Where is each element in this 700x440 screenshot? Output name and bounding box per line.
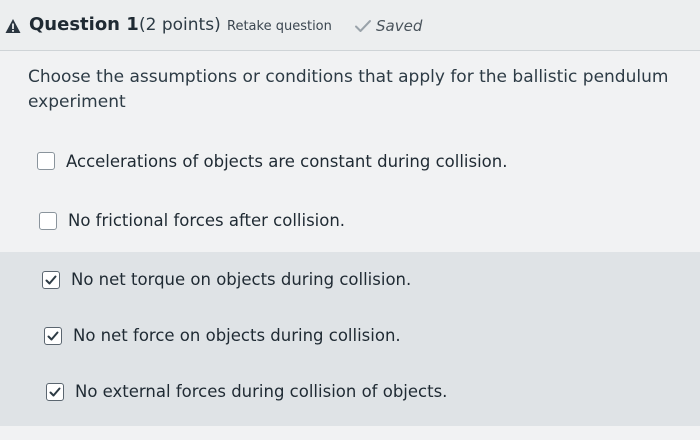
answer-label: No frictional forces after collision. xyxy=(68,211,346,230)
saved-status: Saved xyxy=(376,17,423,35)
answer-label: Accelerations of objects are constant du… xyxy=(66,152,508,171)
answer-checkbox[interactable] xyxy=(42,271,60,289)
answer-option[interactable]: No external forces during collision of o… xyxy=(0,366,700,426)
question-points: (2 points) xyxy=(139,15,221,35)
retake-question-link[interactable]: Retake question xyxy=(227,19,332,34)
answer-option[interactable]: No net torque on objects during collisio… xyxy=(0,252,700,310)
answer-option[interactable]: Accelerations of objects are constant du… xyxy=(0,134,700,190)
warning-icon xyxy=(5,19,21,33)
question-header: Question 1 (2 points) Retake question Sa… xyxy=(0,0,700,51)
checkmark-icon xyxy=(45,275,57,285)
answer-option[interactable]: No frictional forces after collision. xyxy=(0,193,700,249)
answer-option[interactable]: No net force on objects during collision… xyxy=(0,310,700,366)
answer-checkbox[interactable] xyxy=(37,152,55,170)
answer-label: No net force on objects during collision… xyxy=(73,326,401,345)
answer-label: No net torque on objects during collisio… xyxy=(71,270,412,289)
checkmark-icon xyxy=(47,331,59,341)
checkmark-icon xyxy=(49,387,61,397)
question-prompt: Choose the assumptions or conditions tha… xyxy=(28,67,669,112)
answer-checkbox[interactable] xyxy=(39,212,57,230)
checkmark-icon xyxy=(355,20,371,32)
answer-label: No external forces during collision of o… xyxy=(75,382,448,401)
question-title: Question 1 xyxy=(29,14,139,35)
answer-checkbox[interactable] xyxy=(44,327,62,345)
answer-checkbox[interactable] xyxy=(46,383,64,401)
